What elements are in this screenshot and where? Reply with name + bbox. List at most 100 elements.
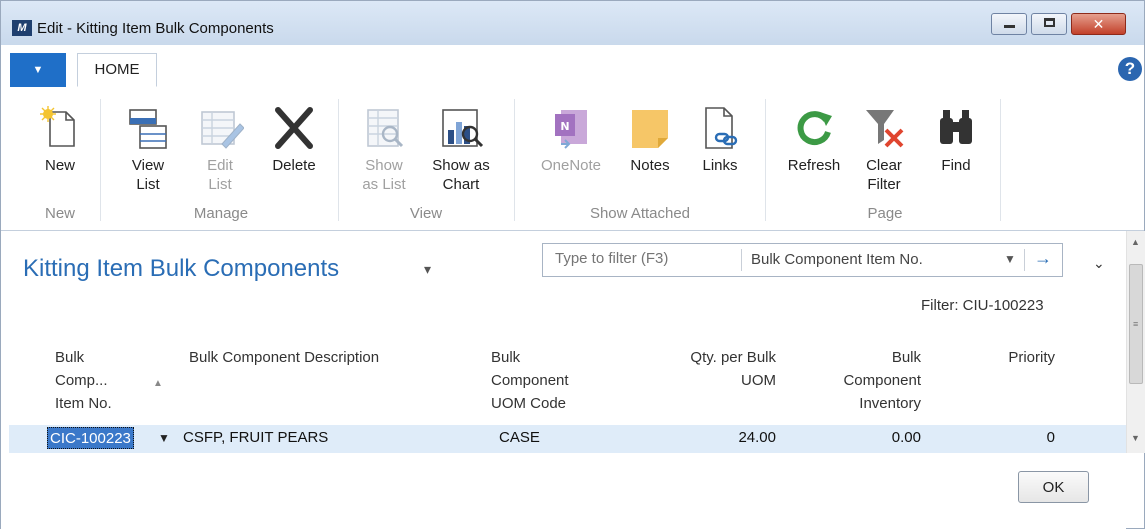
notes-button[interactable]: Notes [618,87,682,197]
delete-label: Delete [272,157,316,174]
maximize-icon [1044,18,1055,27]
column-header-inventory[interactable]: Bulk Component Inventory [801,346,921,415]
filter-status-text: Filter: CIU-100223 [921,297,1044,314]
scroll-up-arrow-icon[interactable]: ▲ [1131,237,1140,247]
filter-bar: Bulk Component Item No. ▼ → [542,243,1063,277]
scroll-grip-icon: ≡ [1133,319,1139,329]
show-as-list-label-1: Show [365,157,403,174]
show-as-list-button[interactable]: Show as List [351,87,417,197]
edit-list-label-1: Edit [207,157,233,174]
close-icon: ✕ [1092,16,1105,32]
refresh-icon [797,111,832,146]
refresh-button[interactable]: Refresh [780,87,848,197]
new-button[interactable]: New [31,87,89,197]
separator [1000,99,1001,221]
filter-input[interactable] [555,250,735,267]
app-logo-icon: M [12,20,32,36]
header-line: Bulk [491,349,521,366]
binoculars-icon [940,110,972,144]
links-label: Links [702,157,738,174]
ribbon-tab-row [1,45,1144,88]
view-list-button[interactable]: View List [119,87,177,197]
ok-button[interactable]: OK [1018,471,1089,503]
edit-list-button[interactable]: Edit List [191,87,249,197]
header-line: Comp... [55,372,108,389]
separator [514,99,515,221]
show-as-chart-label-1: Show as [432,157,490,174]
show-as-list-icon [367,109,404,148]
page-title-dropdown-icon[interactable]: ▾ [424,261,431,278]
view-list-label-2: List [136,176,160,193]
vertical-scrollbar[interactable]: ▲ ≡ ▼ [1126,231,1145,453]
group-label-new: New [44,205,75,222]
item-no-cell[interactable]: CIC-100223 [47,427,134,449]
priority-cell[interactable]: 0 [961,429,1055,446]
filter-field-dropdown-icon[interactable]: ▼ [1004,252,1016,266]
show-as-chart-icon [442,109,484,148]
column-header-item-no[interactable]: Bulk Comp... Item No. [55,346,112,415]
find-button[interactable]: Find [926,87,986,197]
edit-list-icon [201,111,244,149]
group-label-manage: Manage [193,205,249,222]
minimize-button[interactable] [991,13,1027,35]
new-label: New [44,157,75,174]
find-label: Find [941,157,971,174]
scroll-down-arrow-icon[interactable]: ▼ [1131,433,1140,443]
column-header-uom-code[interactable]: Bulk Component UOM Code [491,346,569,415]
help-icon[interactable]: ? [1118,57,1142,81]
column-header-qty-per-bulk-uom[interactable]: Qty. per Bulk UOM [631,346,776,392]
links-button[interactable]: Links [691,87,749,197]
group-label-page: Page [867,205,903,222]
item-no-dropdown-icon[interactable]: ▼ [158,431,170,445]
show-as-chart-label-2: Chart [442,176,480,193]
dialog-window: M Edit - Kitting Item Bulk Components ✕ … [0,0,1145,530]
header-line: UOM [741,372,776,389]
link-document-icon [705,107,738,149]
clear-filter-button[interactable]: Clear Filter [853,87,915,197]
inventory-cell[interactable]: 0.00 [801,429,921,446]
onenote-button[interactable]: N OneNote [529,87,613,197]
minimize-icon [1004,25,1015,28]
header-line: Bulk [891,349,921,366]
group-label-view: View [409,205,443,222]
show-as-chart-button[interactable]: Show as Chart [422,87,500,197]
title-bar[interactable]: M Edit - Kitting Item Bulk Components ✕ [1,1,1144,45]
table-row[interactable]: CIC-100223 ▼ CSFP, FRUIT PEARS CASE 24.0… [9,425,1126,453]
sticky-note-icon [632,110,668,148]
notes-label: Notes [630,157,670,174]
clear-filter-label-2: Filter [867,176,901,193]
separator [100,99,101,221]
onenote-icon: N [555,110,587,149]
filter-apply-arrow-icon[interactable]: → [1034,248,1052,269]
column-header-priority[interactable]: Priority [961,346,1055,369]
application-menu-button[interactable]: ▼ [10,53,66,87]
description-cell[interactable]: CSFP, FRUIT PEARS [183,429,328,446]
delete-button[interactable]: Delete [263,87,325,197]
qty-cell[interactable]: 24.00 [631,429,776,446]
scroll-thumb[interactable]: ≡ [1129,264,1143,384]
close-button[interactable]: ✕ [1071,13,1126,35]
window-title: Edit - Kitting Item Bulk Components [37,20,274,37]
view-list-icon [129,109,167,149]
filter-separator [1024,249,1025,271]
column-header-description[interactable]: Bulk Component Description [189,346,379,369]
separator [338,99,339,221]
header-line: Bulk [55,349,85,366]
uom-code-cell[interactable]: CASE [499,429,540,446]
refresh-label: Refresh [787,157,841,174]
page-title: Kitting Item Bulk Components [23,255,340,282]
view-list-label-1: View [131,157,165,174]
filter-separator [741,249,742,271]
clear-filter-icon [866,110,904,148]
header-line: Qty. per Bulk [690,349,776,366]
separator [765,99,766,221]
list-content-area: Kitting Item Bulk Components ▾ Bulk Comp… [1,231,1126,530]
svg-text:N: N [560,120,569,133]
collapse-chevron-icon[interactable]: ⌄ [1093,255,1105,272]
header-line: Component [843,372,921,389]
header-line: Priority [1008,349,1055,366]
tab-home[interactable]: HOME [77,53,157,87]
clear-filter-label-1: Clear [866,157,902,174]
filter-field-select[interactable]: Bulk Component Item No. [751,251,923,268]
maximize-button[interactable] [1031,13,1067,35]
